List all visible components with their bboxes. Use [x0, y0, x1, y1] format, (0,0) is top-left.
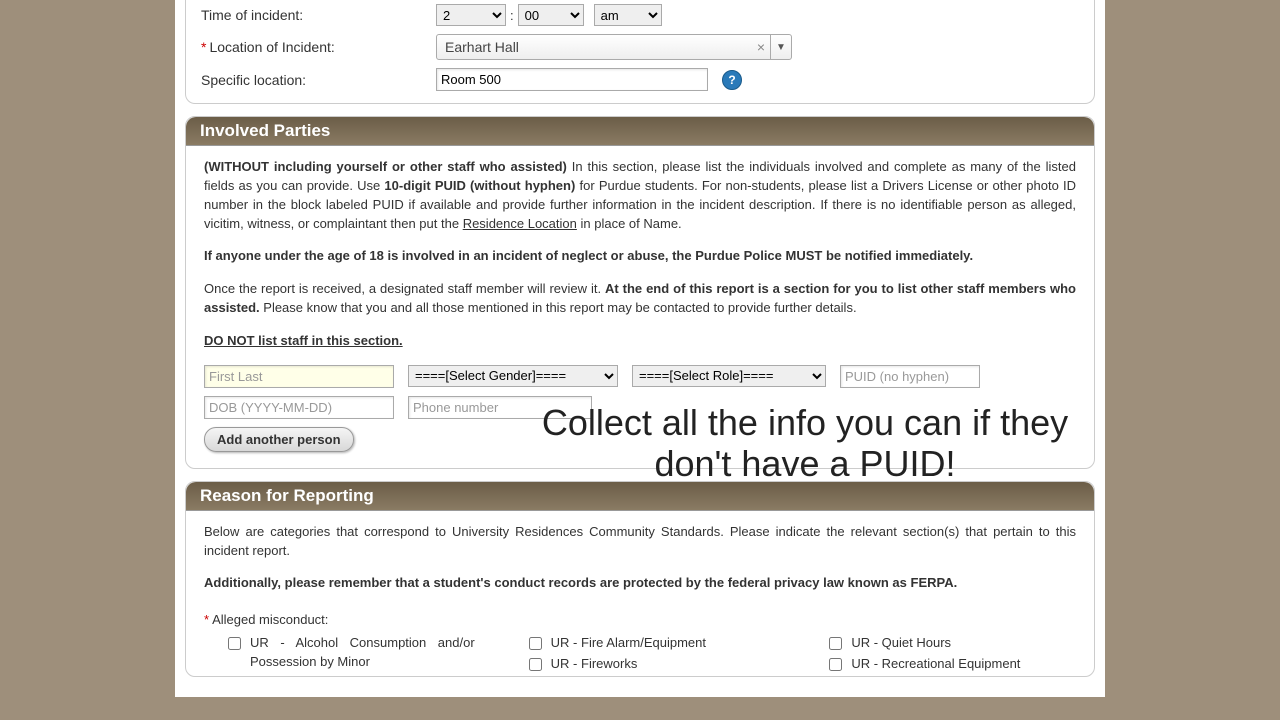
- check-quiet[interactable]: [829, 637, 842, 650]
- reason-p1: Below are categories that correspond to …: [204, 523, 1076, 561]
- reason-panel: Reason for Reporting Below are categorie…: [185, 481, 1095, 677]
- ampm-select[interactable]: am: [594, 4, 662, 26]
- add-person-button[interactable]: Add another person: [204, 427, 354, 452]
- check-quiet-label: UR - Quiet Hours: [851, 634, 951, 653]
- check-alcohol-label: UR - Alcohol Consumption and/or Possessi…: [250, 634, 475, 672]
- involved-p4: DO NOT list staff in this section.: [204, 332, 1076, 351]
- dob-input[interactable]: [204, 396, 394, 419]
- check-rec[interactable]: [829, 658, 842, 671]
- specific-location-input[interactable]: [436, 68, 708, 91]
- name-input[interactable]: [204, 365, 394, 388]
- minute-select[interactable]: 00: [518, 4, 584, 26]
- involved-p3: Once the report is received, a designate…: [204, 280, 1076, 318]
- involved-p2: If anyone under the age of 18 is involve…: [204, 247, 1076, 266]
- reason-header: Reason for Reporting: [186, 482, 1094, 511]
- chevron-down-icon[interactable]: ▼: [770, 35, 791, 59]
- involved-parties-panel: Involved Parties (WITHOUT including your…: [185, 116, 1095, 469]
- time-label: Time of incident:: [201, 7, 436, 23]
- involved-header: Involved Parties: [186, 117, 1094, 146]
- check-fireworks[interactable]: [529, 658, 542, 671]
- role-select[interactable]: ====[Select Role]====: [632, 365, 826, 387]
- alleged-label: Alleged misconduct:: [212, 611, 328, 630]
- gender-select[interactable]: ====[Select Gender]====: [408, 365, 618, 387]
- reason-p2: Additionally, please remember that a stu…: [204, 574, 1076, 593]
- involved-p1: (WITHOUT including yourself or other sta…: [204, 158, 1076, 233]
- location-label: *Location of Incident:: [201, 39, 436, 55]
- check-firealarm[interactable]: [529, 637, 542, 650]
- specific-location-label: Specific location:: [201, 72, 436, 88]
- check-fireworks-label: UR - Fireworks: [551, 655, 638, 674]
- puid-input[interactable]: [840, 365, 980, 388]
- phone-input[interactable]: [408, 396, 592, 419]
- clear-icon[interactable]: ×: [757, 39, 765, 55]
- hour-select[interactable]: 2: [436, 4, 506, 26]
- location-value: Earhart Hall: [445, 39, 519, 55]
- location-combo[interactable]: Earhart Hall × ▼: [436, 34, 792, 60]
- check-alcohol[interactable]: [228, 637, 241, 650]
- help-icon[interactable]: ?: [722, 70, 742, 90]
- check-rec-label: UR - Recreational Equipment: [851, 655, 1020, 674]
- check-firealarm-label: UR - Fire Alarm/Equipment: [551, 634, 706, 653]
- time-colon: :: [510, 8, 514, 23]
